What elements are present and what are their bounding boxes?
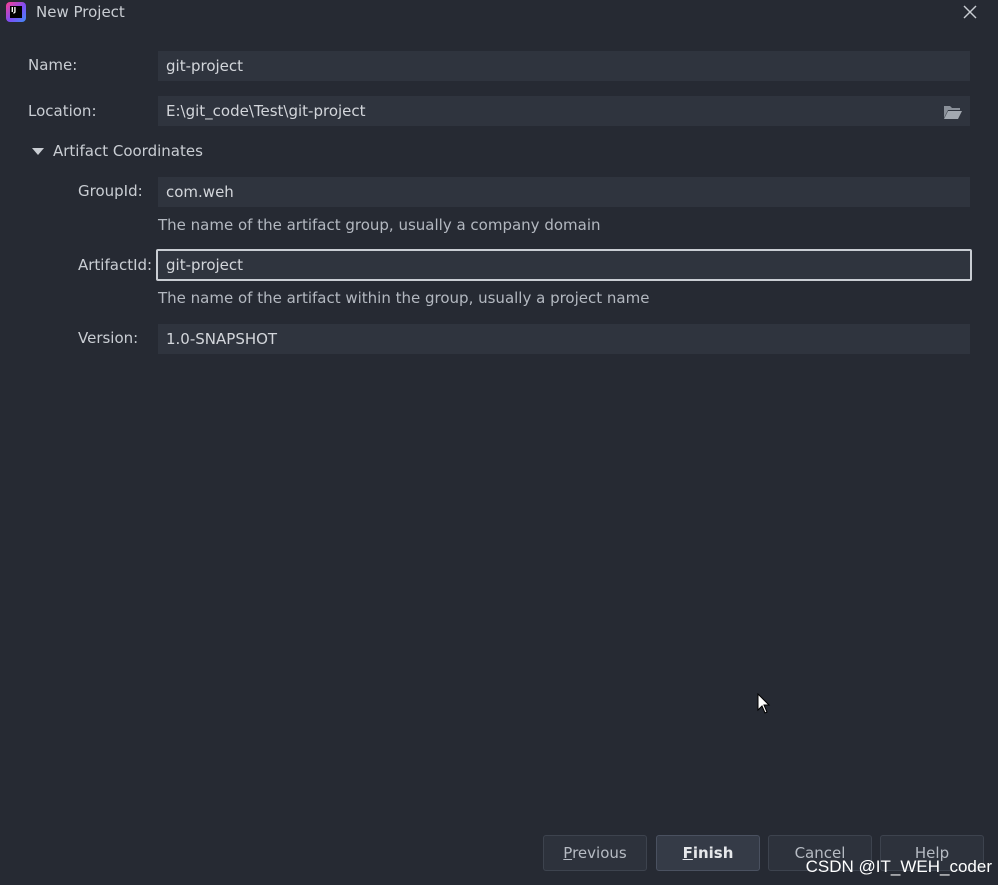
- artifactid-input[interactable]: [158, 251, 970, 279]
- groupid-field[interactable]: [158, 177, 970, 207]
- finish-label-rest: inish: [692, 844, 734, 862]
- location-label: Location:: [28, 102, 97, 120]
- groupid-label: GroupId:: [78, 182, 143, 200]
- title-bar: IJ New Project: [0, 0, 998, 24]
- mouse-cursor-icon: [757, 692, 771, 715]
- artifactid-label: ArtifactId:: [78, 256, 153, 274]
- version-input[interactable]: [159, 325, 969, 353]
- folder-icon[interactable]: [943, 104, 963, 120]
- groupid-hint: The name of the artifact group, usually …: [158, 216, 601, 234]
- location-field[interactable]: [158, 96, 970, 126]
- previous-label-rest: revious: [572, 844, 627, 862]
- finish-button[interactable]: Finish: [656, 835, 760, 871]
- triangle-down-icon: [32, 148, 44, 155]
- groupid-input[interactable]: [159, 178, 969, 206]
- name-field[interactable]: [158, 51, 970, 81]
- artifact-coordinates-toggle[interactable]: Artifact Coordinates: [30, 141, 220, 163]
- intellij-idea-icon: IJ: [6, 2, 26, 22]
- version-field[interactable]: [158, 324, 970, 354]
- window-title: New Project: [36, 3, 125, 21]
- location-input[interactable]: [159, 97, 969, 125]
- artifactid-field[interactable]: [156, 249, 972, 281]
- artifact-coordinates-label: Artifact Coordinates: [53, 142, 203, 160]
- finish-mnemonic: F: [682, 844, 693, 862]
- artifactid-hint: The name of the artifact within the grou…: [158, 289, 650, 307]
- close-icon[interactable]: [960, 2, 980, 22]
- name-input[interactable]: [159, 52, 969, 80]
- new-project-dialog: IJ New Project Name: Location: Artifact …: [0, 0, 998, 885]
- version-label: Version:: [78, 329, 139, 347]
- watermark: CSDN @IT_WEH_coder: [805, 857, 992, 876]
- previous-mnemonic: P: [563, 844, 573, 862]
- name-label: Name:: [28, 56, 78, 74]
- previous-button[interactable]: Previous: [543, 835, 647, 871]
